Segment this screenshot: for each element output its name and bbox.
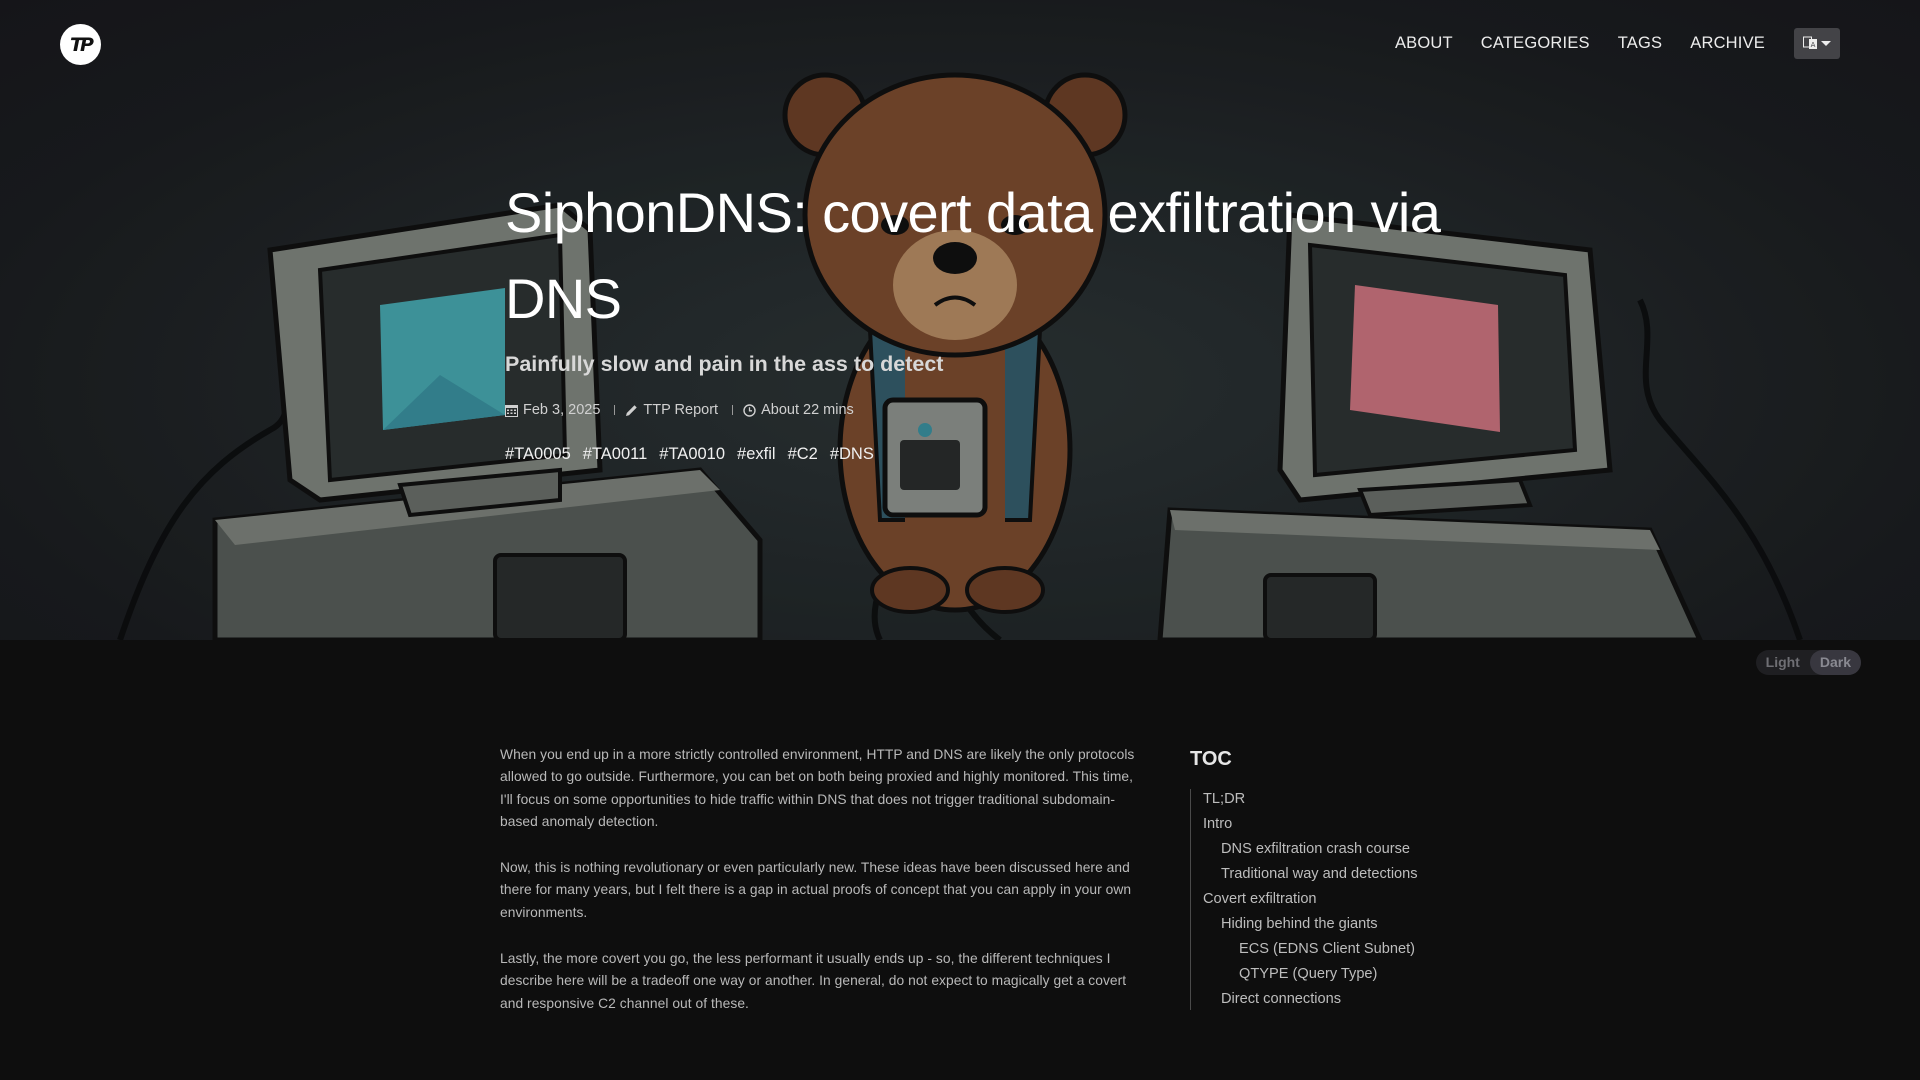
post-meta: Feb 3, 2025 TTP Report About 22 mins xyxy=(505,402,1465,418)
tag-link[interactable]: #DNS xyxy=(830,445,874,464)
toc-item[interactable]: ECS (EDNS Client Subnet) xyxy=(1203,939,1420,960)
nav-archive[interactable]: ARCHIVE xyxy=(1690,26,1765,60)
post-heading: SiphonDNS: covert data exfiltration via … xyxy=(505,170,1465,464)
toc-item[interactable]: Intro xyxy=(1203,814,1420,835)
article-paragraph: Lastly, the more covert you go, the less… xyxy=(500,951,1127,1011)
tag-link[interactable]: #TA0005 xyxy=(505,445,571,464)
nav-categories[interactable]: CATEGORIES xyxy=(1481,26,1590,60)
table-of-contents: TOC TL;DR Intro DNS exfiltration crash c… xyxy=(1190,748,1420,1014)
svg-text:A: A xyxy=(1811,41,1816,49)
article-body: When you end up in a more strictly contr… xyxy=(500,744,1145,1039)
tag-link[interactable]: #TA0011 xyxy=(583,445,648,464)
nav-links: ABOUT CATEGORIES TAGS ARCHIVE A xyxy=(1367,26,1840,60)
tag-link[interactable]: #TA0010 xyxy=(659,445,725,464)
nav-about[interactable]: ABOUT xyxy=(1395,26,1453,60)
nav-tags[interactable]: TAGS xyxy=(1618,26,1663,60)
tag-link[interactable]: #exfil xyxy=(737,445,776,464)
post-tags: #TA0005 #TA0011 #TA0010 #exfil #C2 #DNS xyxy=(505,445,1465,464)
post-subtitle: Painfully slow and pain in the ass to de… xyxy=(505,352,944,376)
toc-item[interactable]: TL;DR xyxy=(1203,789,1420,810)
meta-divider xyxy=(614,405,616,415)
tag-link[interactable]: #C2 xyxy=(788,445,818,464)
post-title: SiphonDNS: covert data exfiltration via … xyxy=(505,181,1441,330)
toc-title: TOC xyxy=(1190,748,1232,770)
reading-time-text: About 22 mins xyxy=(761,402,854,418)
theme-dark-option[interactable]: Dark xyxy=(1809,650,1861,675)
language-dropdown[interactable]: A xyxy=(1794,27,1840,59)
toc-item[interactable]: Direct connections xyxy=(1203,989,1420,1010)
post-date: Feb 3, 2025 xyxy=(505,402,600,418)
top-navbar: TP ABOUT CATEGORIES TAGS ARCHIVE A xyxy=(0,0,1920,88)
toc-item[interactable]: DNS exfiltration crash course xyxy=(1203,839,1420,860)
toc-item[interactable]: Traditional way and detections xyxy=(1203,864,1420,885)
toc-item[interactable]: Covert exfiltration xyxy=(1203,889,1420,910)
theme-toggle[interactable]: Light Dark xyxy=(1755,650,1861,675)
post-category-text[interactable]: TTP Report xyxy=(643,402,718,418)
reading-time: About 22 mins xyxy=(743,402,854,418)
meta-divider xyxy=(732,405,734,415)
site-logo[interactable]: TP xyxy=(60,24,101,65)
translate-icon: A xyxy=(1803,36,1817,49)
toc-item[interactable]: QTYPE (Query Type) xyxy=(1203,964,1420,985)
chevron-down-icon xyxy=(1821,40,1831,46)
clock-icon xyxy=(743,403,756,417)
article-paragraph: Now, this is nothing revolutionary or ev… xyxy=(500,860,1132,920)
pencil-icon xyxy=(626,404,638,416)
theme-light-option[interactable]: Light xyxy=(1756,650,1810,675)
post-date-text: Feb 3, 2025 xyxy=(523,402,601,418)
toc-list: TL;DR Intro DNS exfiltration crash cours… xyxy=(1190,789,1420,1010)
post-category[interactable]: TTP Report xyxy=(625,402,718,418)
toc-item[interactable]: Hiding behind the giants xyxy=(1203,914,1420,935)
article-paragraph: When you end up in a more strictly contr… xyxy=(500,747,1135,829)
calendar-icon xyxy=(505,404,518,417)
